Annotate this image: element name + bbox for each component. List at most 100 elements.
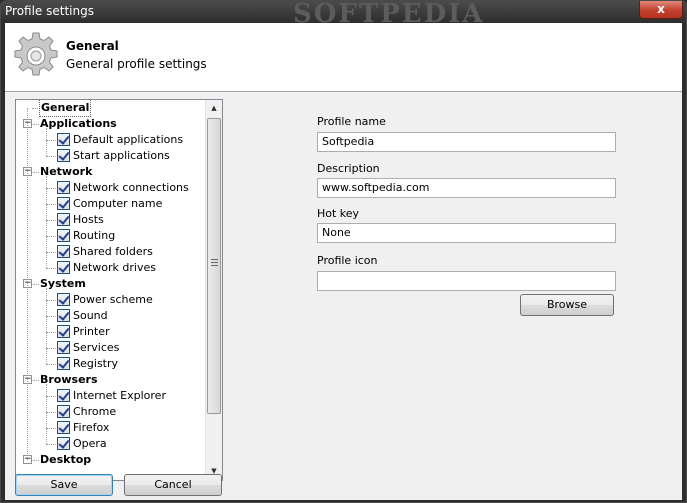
- tree-connector: [46, 288, 47, 364]
- tree-group-label: Network: [40, 165, 93, 178]
- tree-connector: [46, 128, 47, 156]
- checkbox-checked-icon[interactable]: [57, 261, 70, 274]
- tree-connector: [46, 316, 56, 317]
- tree-group-network[interactable]: − Network: [16, 164, 206, 180]
- tree-item[interactable]: Network drives: [16, 260, 206, 276]
- scroll-up-arrow-icon[interactable]: ▲: [206, 100, 222, 117]
- save-button[interactable]: Save: [15, 474, 113, 496]
- tree-item[interactable]: Firefox: [16, 420, 206, 436]
- tree-content: General − Applications Default applications…: [16, 100, 206, 480]
- tree-connector: [46, 348, 56, 349]
- tree-item[interactable]: Network connections: [16, 180, 206, 196]
- description-input[interactable]: www.softpedia.com: [317, 178, 616, 198]
- tree-connector: [46, 384, 47, 444]
- tree-item[interactable]: Chrome: [16, 404, 206, 420]
- close-button[interactable]: x: [639, 1, 683, 19]
- tree-item[interactable]: Registry: [16, 356, 206, 372]
- tree-connector: [46, 176, 47, 268]
- tree-item[interactable]: Power scheme: [16, 292, 206, 308]
- tree-connector: [46, 444, 56, 445]
- description-label: Description: [317, 162, 380, 175]
- tree-item-label: Opera: [73, 437, 107, 450]
- tree-item[interactable]: Printer: [16, 324, 206, 340]
- tree-item-label: Internet Explorer: [73, 389, 166, 402]
- tree-connector: [33, 284, 39, 285]
- profile-name-input[interactable]: Softpedia: [317, 132, 616, 152]
- tree-item-label: Shared folders: [73, 245, 153, 258]
- checkbox-checked-icon[interactable]: [57, 229, 70, 242]
- tree-group-applications[interactable]: − Applications: [16, 116, 206, 132]
- tree-group-browsers[interactable]: − Browsers: [16, 372, 206, 388]
- checkbox-checked-icon[interactable]: [57, 357, 70, 370]
- tree-item-label: Chrome: [73, 405, 117, 418]
- checkbox-checked-icon[interactable]: [57, 325, 70, 338]
- tree-connector: [33, 460, 39, 461]
- checkbox-checked-icon[interactable]: [57, 149, 70, 162]
- checkbox-checked-icon[interactable]: [57, 437, 70, 450]
- tree-connector: [46, 220, 56, 221]
- tree-item-label: Power scheme: [73, 293, 153, 306]
- browse-button[interactable]: Browse: [520, 294, 614, 316]
- grip-icon: [211, 259, 218, 266]
- tree-connector: [46, 364, 56, 365]
- tree-connector: [46, 428, 56, 429]
- tree-item[interactable]: Internet Explorer: [16, 388, 206, 404]
- profile-icon-input[interactable]: [317, 271, 616, 291]
- header-subtitle: General profile settings: [66, 57, 207, 71]
- profile-settings-window: Profile settings SOFTPEDIA x General Gen…: [0, 0, 687, 503]
- checkbox-checked-icon[interactable]: [57, 389, 70, 402]
- tree-connector: [46, 396, 56, 397]
- hot-key-label: Hot key: [317, 207, 360, 220]
- tree-group-desktop[interactable]: − Desktop: [16, 452, 206, 468]
- tree-item[interactable]: Opera: [16, 436, 206, 452]
- checkbox-checked-icon[interactable]: [57, 133, 70, 146]
- tree-item[interactable]: Sound: [16, 308, 206, 324]
- tree-item[interactable]: Start applications: [16, 148, 206, 164]
- tree-connector: [46, 332, 56, 333]
- cancel-button[interactable]: Cancel: [124, 474, 222, 496]
- tree-connector: [32, 108, 40, 109]
- tree-item-general[interactable]: General: [16, 100, 206, 117]
- tree-item[interactable]: Shared folders: [16, 244, 206, 260]
- profile-icon-label: Profile icon: [317, 254, 378, 267]
- tree-item[interactable]: Default applications: [16, 132, 206, 148]
- tree-item[interactable]: Hosts: [16, 212, 206, 228]
- tree-item[interactable]: Services: [16, 340, 206, 356]
- tree-connector: [33, 172, 39, 173]
- tree-item-label: Default applications: [73, 133, 184, 146]
- tree-connector: [46, 268, 56, 269]
- window-title: Profile settings: [5, 4, 94, 18]
- tree-connector: [46, 188, 56, 189]
- profile-name-label: Profile name: [317, 115, 386, 128]
- checkbox-checked-icon[interactable]: [57, 421, 70, 434]
- tree-group-system[interactable]: − System: [16, 276, 206, 292]
- tree-group-label: Applications: [40, 117, 117, 130]
- tree-item-label: Registry: [73, 357, 119, 370]
- tree-item-label: Services: [73, 341, 120, 354]
- title-bar[interactable]: Profile settings SOFTPEDIA x: [1, 0, 686, 29]
- tree-item-label: General: [38, 100, 92, 117]
- hot-key-input[interactable]: None: [317, 223, 616, 243]
- header-title: General: [66, 39, 119, 53]
- checkbox-checked-icon[interactable]: [57, 341, 70, 354]
- checkbox-checked-icon[interactable]: [57, 245, 70, 258]
- tree-connector: [33, 380, 39, 381]
- tree-scrollbar[interactable]: ▲ ▼: [205, 100, 222, 480]
- tree-item[interactable]: Routing: [16, 228, 206, 244]
- checkbox-checked-icon[interactable]: [57, 213, 70, 226]
- checkbox-checked-icon[interactable]: [57, 181, 70, 194]
- tree-group-label: Browsers: [40, 373, 98, 386]
- tree-item-label: Network drives: [73, 261, 156, 274]
- tree-connector: [46, 236, 56, 237]
- tree-group-label: Desktop: [40, 453, 92, 466]
- tree-connector: [46, 204, 56, 205]
- settings-tree[interactable]: General − Applications Default applications…: [15, 99, 223, 481]
- tree-item[interactable]: Computer name: [16, 196, 206, 212]
- scroll-thumb[interactable]: [207, 118, 221, 414]
- checkbox-checked-icon[interactable]: [57, 309, 70, 322]
- checkbox-checked-icon[interactable]: [57, 197, 70, 210]
- checkbox-checked-icon[interactable]: [57, 405, 70, 418]
- tree-item-label: Routing: [73, 229, 116, 242]
- tree-connector: [46, 412, 56, 413]
- checkbox-checked-icon[interactable]: [57, 293, 70, 306]
